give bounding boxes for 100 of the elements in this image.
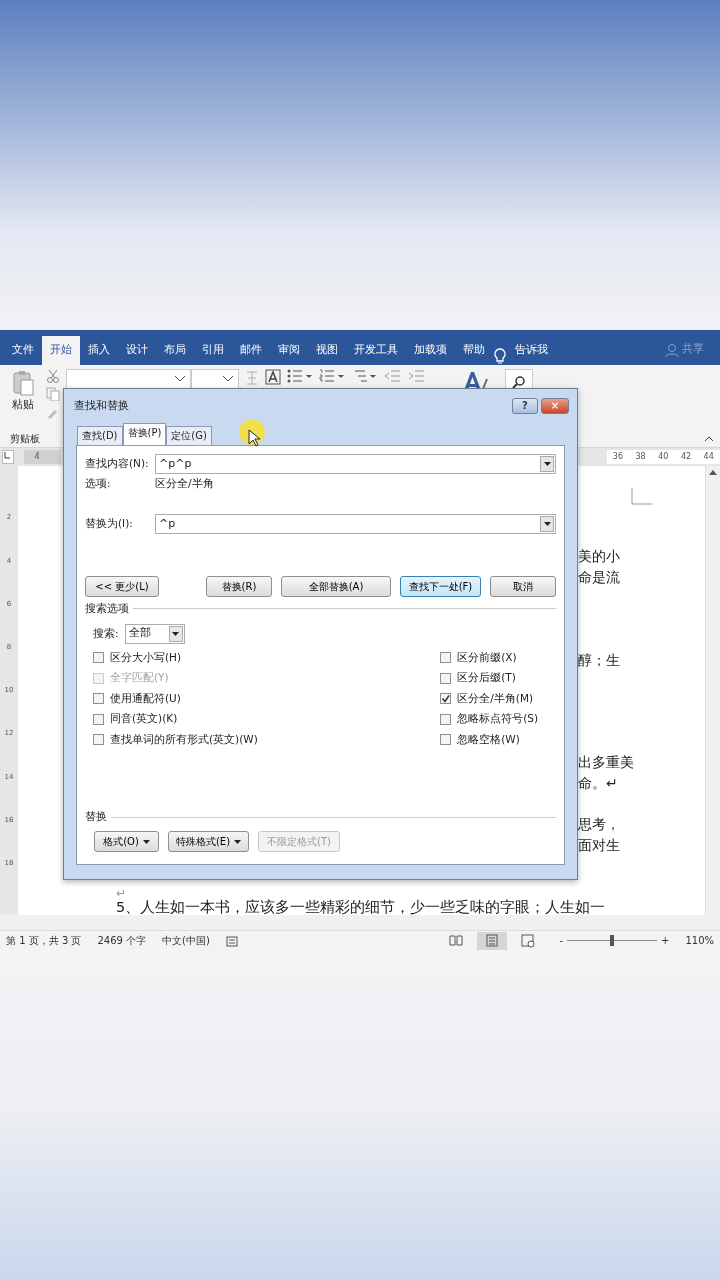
text-line: 命。↵ (578, 774, 619, 793)
checkbox-label: 忽略空格(W) (457, 731, 520, 747)
ribbon-tab[interactable]: 开始 (42, 336, 80, 365)
text-line: 命是流 (578, 568, 621, 587)
page-count: 第 1 页，共 3 页 (6, 934, 82, 948)
text-line: 出多重美 (578, 753, 635, 772)
zoom-out-button[interactable]: - (559, 933, 563, 948)
dialog-button[interactable]: 替换(R) (206, 575, 272, 597)
dialog-button[interactable]: 取消 (490, 575, 556, 597)
checkbox[interactable] (440, 672, 452, 684)
dialog-button[interactable]: << 更少(L) (85, 575, 159, 597)
ribbon-tab[interactable]: 布局 (156, 336, 194, 363)
text-line: 醇；生 (578, 651, 621, 670)
copy-icon[interactable] (46, 387, 60, 401)
ribbon-tab[interactable]: 开发工具 (346, 336, 406, 363)
increase-indent-icon[interactable] (407, 369, 425, 383)
tell-me-search[interactable]: 告诉我 (507, 336, 556, 363)
checkbox[interactable] (440, 734, 452, 746)
horizontal-scrollbar[interactable] (0, 915, 720, 930)
format-button[interactable]: 特殊格式(E) (168, 831, 249, 852)
scroll-up-icon[interactable] (709, 469, 717, 475)
ruler-number: 38 (635, 451, 646, 463)
checkbox-label: 区分后缀(T) (457, 670, 516, 686)
ribbon-tab[interactable]: 引用 (194, 336, 232, 363)
language-indicator[interactable]: 中文(中国) (162, 933, 210, 948)
checkbox-label: 区分全/半角(M) (457, 690, 534, 706)
ribbon-tab[interactable]: 设计 (118, 336, 156, 363)
zoom-in-button[interactable]: + (661, 933, 670, 948)
checkbox-label: 同音(英文)(K) (110, 711, 178, 727)
ribbon-tab[interactable]: 帮助 (455, 336, 493, 363)
paragraph-mark: ↵ (116, 887, 127, 899)
chevron-down-icon (222, 375, 234, 383)
text-line: 5、人生如一本书，应该多一些精彩的细节，少一些乏味的字眼；人生如一 (116, 899, 606, 915)
dialog-button[interactable]: 查找下一处(F) (400, 575, 481, 597)
macro-recording-icon[interactable] (225, 934, 238, 947)
ribbon-tab[interactable]: 文件 (4, 336, 42, 363)
ruler-number: 36 (612, 451, 624, 463)
caret-icon (142, 839, 150, 844)
vertical-scrollbar[interactable] (705, 466, 720, 915)
numbered-list-icon[interactable] (319, 369, 345, 383)
field-label: 查找内容(N): (85, 456, 149, 472)
window-title: 查找和替换 (74, 398, 129, 414)
word-count: 2469 个字 (97, 934, 147, 948)
checkbox[interactable] (440, 693, 452, 705)
field-label: 搜索: (93, 625, 119, 641)
checkbox-label: 区分前缀(X) (457, 649, 517, 665)
checkbox[interactable] (93, 734, 104, 746)
find-field[interactable]: ^p^p (155, 454, 556, 474)
bullet-list-icon[interactable] (287, 369, 313, 383)
help-button[interactable]: ? (512, 398, 538, 414)
scissors-icon[interactable] (46, 369, 60, 383)
search-direction-select[interactable]: 全部 (124, 623, 185, 644)
print-layout-icon[interactable] (477, 931, 508, 950)
field-label: 替换为(I): (85, 515, 134, 531)
format-button[interactable]: 格式(O) (94, 831, 159, 852)
ribbon-tab[interactable]: 加载项 (406, 336, 455, 363)
tab-selector[interactable] (2, 450, 15, 464)
dialog-tab[interactable]: 替换(P) (122, 423, 167, 445)
ruler-number: 44 (703, 451, 714, 463)
dropdown-arrow-icon[interactable] (543, 521, 551, 526)
ribbon-tab[interactable]: 邮件 (232, 336, 270, 363)
checkbox[interactable] (440, 713, 452, 725)
font-size-box[interactable] (191, 369, 239, 389)
options-value: 区分全/半角 (155, 476, 214, 491)
ribbon-tab[interactable]: 视图 (308, 336, 346, 363)
checkbox[interactable] (440, 652, 452, 664)
checkbox[interactable] (93, 713, 104, 725)
dropdown-arrow-icon[interactable] (172, 631, 180, 636)
text-line: 面对生 (578, 836, 621, 855)
slider-thumb[interactable] (610, 935, 614, 946)
font-name-box[interactable] (66, 369, 191, 389)
lightbulb-icon[interactable] (493, 347, 507, 365)
field-label: 选项: (85, 476, 112, 491)
character-border-icon[interactable] (265, 369, 281, 385)
paste-button[interactable]: 粘贴 (6, 369, 40, 414)
decrease-indent-icon[interactable] (383, 369, 401, 383)
clipboard-icon (11, 369, 35, 397)
ribbon-tab[interactable]: 审阅 (270, 336, 308, 363)
ruler-number: 40 (658, 451, 669, 463)
crop-mark-icon (630, 488, 652, 506)
zoom-percent[interactable]: 110% (685, 933, 714, 948)
group-label: 剪贴板 (10, 432, 40, 446)
chevron-down-icon (174, 375, 186, 383)
checkbox[interactable] (93, 652, 104, 664)
section-title: 替换 (85, 809, 107, 825)
checkbox-label: 使用通配符(U) (110, 690, 181, 706)
dialog-tab[interactable]: 定位(G) (166, 426, 212, 445)
collapse-ribbon-icon[interactable] (704, 435, 714, 442)
ruler-number: 4 (34, 451, 40, 463)
text-line: 美的小 (578, 547, 621, 566)
person-icon (665, 342, 679, 357)
replace-field[interactable]: ^p (155, 513, 556, 534)
dialog-tab[interactable]: 查找(D) (77, 426, 123, 445)
section-title: 搜索选项 (85, 600, 129, 616)
ruler-number: 42 (680, 451, 692, 463)
checkbox-label: 查找单词的所有形式(英文)(W) (110, 731, 258, 747)
checkbox[interactable] (93, 693, 104, 705)
ribbon-tab[interactable]: 插入 (80, 336, 118, 363)
dropdown-arrow-icon[interactable] (543, 462, 551, 466)
dialog-button[interactable]: 全部替换(A) (281, 575, 391, 597)
